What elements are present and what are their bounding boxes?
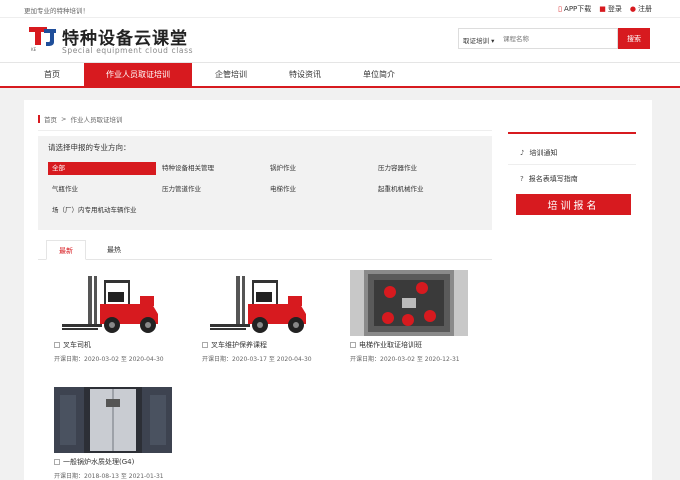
- breadcrumb-separator: >: [61, 115, 67, 123]
- breadcrumb-home[interactable]: 首页: [44, 114, 57, 124]
- filter-option-vehicle[interactable]: 场（厂）内专用机动车辆作业: [52, 204, 137, 217]
- breadcrumb: 首页 > 作业人员取证培训: [38, 114, 122, 124]
- sidebar-item-form-guide[interactable]: ? 报名表填写指南: [520, 174, 578, 184]
- date-label: 开课日期：: [350, 356, 381, 363]
- date-start: 2018-08-13: [84, 473, 119, 480]
- course-title-text: 电梯作业取证培训班: [359, 341, 422, 349]
- course-checkbox[interactable]: [202, 342, 208, 348]
- nav-tab-management-training[interactable]: 企管培训: [200, 63, 262, 87]
- content-panel: 首页 > 作业人员取证培训 请选择申报的专业方向： 全部 特种设备相关管理 锅炉…: [24, 100, 652, 480]
- logo-mark-small-text: KE: [31, 47, 37, 52]
- bell-icon: ♪: [520, 149, 525, 157]
- date-to: 至: [120, 473, 127, 480]
- course-title-text: 叉车维护保养课程: [211, 341, 267, 349]
- date-label: 开课日期：: [54, 356, 85, 363]
- nav-tab-about[interactable]: 单位简介: [348, 63, 410, 87]
- course-title-text: 叉车司机: [63, 341, 91, 349]
- date-end: 2020-04-30: [128, 356, 164, 363]
- nav-tab-certification-training[interactable]: 作业人员取证培训: [84, 63, 192, 87]
- filter-title: 请选择申报的专业方向：: [48, 143, 131, 152]
- date-label: 开课日期：: [202, 356, 233, 363]
- app-download-label: APP下载: [564, 5, 592, 13]
- filter-option-pressure-vessel[interactable]: 压力容器作业: [378, 162, 417, 175]
- search-category-label: 取证培训: [463, 37, 489, 45]
- sort-tabs: 最新 最热: [38, 240, 492, 260]
- course-checkbox[interactable]: [350, 342, 356, 348]
- logo-subtitle: Special equipment cloud class: [62, 46, 194, 55]
- logo-mark-icon[interactable]: KE: [28, 26, 58, 52]
- search-button[interactable]: 搜索: [618, 28, 650, 49]
- date-to: 至: [268, 356, 275, 363]
- forklift-image[interactable]: [54, 270, 172, 336]
- course-date: 开课日期：2020-03-17 至 2020-04-30: [202, 354, 312, 363]
- breadcrumb-marker: [38, 115, 40, 123]
- date-to: 至: [120, 356, 127, 363]
- filter-option-crane[interactable]: 起重机机械作业: [378, 183, 424, 196]
- filter-option-boiler[interactable]: 锅炉作业: [270, 162, 296, 175]
- breadcrumb-divider: [38, 130, 492, 131]
- phone-icon: ▯: [558, 5, 563, 13]
- course-date: 开课日期：2018-08-13 至 2021-01-31: [54, 471, 164, 480]
- breadcrumb-current: 作业人员取证培训: [70, 116, 123, 124]
- tab-latest[interactable]: 最新: [46, 240, 86, 260]
- sidebar-item-label: 培训通知: [529, 149, 558, 157]
- nav-tab-home[interactable]: 首页: [24, 63, 80, 87]
- filter-option-all[interactable]: 全部: [48, 162, 156, 175]
- course-title-text: 一般锅炉水质处理(G4): [63, 458, 135, 466]
- help-icon: ?: [520, 175, 524, 183]
- date-start: 2020-03-17: [232, 356, 267, 363]
- forklift-image[interactable]: [202, 270, 320, 336]
- date-label: 开课日期：: [54, 473, 85, 480]
- specialty-filter: 请选择申报的专业方向： 全部 特种设备相关管理 锅炉作业 压力容器作业 气瓶作业…: [38, 136, 492, 230]
- course-title[interactable]: 一般锅炉水质处理(G4): [54, 457, 134, 467]
- app-download-link[interactable]: ▯ APP下载: [558, 4, 591, 14]
- sidebar-item-label: 报名表填写指南: [528, 175, 578, 183]
- date-end: 2020-04-30: [276, 356, 312, 363]
- user-icon: ●: [629, 5, 636, 13]
- apply-training-button[interactable]: 培训报名: [516, 194, 631, 215]
- sidebar-item-training-notice[interactable]: ♪ 培训通知: [520, 148, 557, 158]
- course-checkbox[interactable]: [54, 342, 60, 348]
- lock-icon: ■: [599, 5, 606, 13]
- date-end: 2020-12-31: [424, 356, 460, 363]
- top-links: ▯ APP下载 ■ 登录 ● 注册: [558, 4, 652, 14]
- elevator-shaft-image[interactable]: [350, 270, 468, 336]
- register-link[interactable]: ● 注册: [630, 4, 652, 14]
- search-category-select[interactable]: 取证培训 ▾: [463, 35, 494, 45]
- site-tagline: 更加专业的特种培训！: [24, 7, 89, 15]
- chevron-down-icon: ▾: [491, 37, 495, 45]
- elevator-door-image[interactable]: [54, 387, 172, 453]
- login-label: 登录: [607, 5, 622, 13]
- site-header: KE 特种设备云课堂 Special equipment cloud class…: [0, 18, 680, 62]
- register-label: 注册: [638, 5, 652, 13]
- sidebar-top-border: [508, 132, 636, 134]
- nav-tab-news[interactable]: 特设资讯: [274, 63, 336, 87]
- course-checkbox[interactable]: [54, 459, 60, 465]
- search-input[interactable]: [503, 31, 613, 47]
- date-end: 2021-01-31: [128, 473, 164, 480]
- course-date: 开课日期：2020-03-02 至 2020-04-30: [54, 354, 164, 363]
- search-box: 取证培训 ▾: [458, 28, 618, 49]
- date-to: 至: [416, 356, 423, 363]
- date-start: 2020-03-02: [84, 356, 119, 363]
- login-link[interactable]: ■ 登录: [599, 4, 622, 14]
- top-bar: 更加专业的特种培训！ ▯ APP下载 ■ 登录 ● 注册: [0, 0, 680, 18]
- filter-option-gas-cylinder[interactable]: 气瓶作业: [52, 183, 78, 196]
- sidebar-divider: [508, 164, 636, 165]
- course-date: 开课日期：2020-03-02 至 2020-12-31: [350, 354, 460, 363]
- tab-popular[interactable]: 最热: [94, 240, 134, 260]
- filter-option-management[interactable]: 特种设备相关管理: [162, 162, 214, 175]
- filter-option-pressure-pipe[interactable]: 压力管道作业: [162, 183, 201, 196]
- filter-option-elevator[interactable]: 电梯作业: [270, 183, 296, 196]
- course-title[interactable]: 叉车司机: [54, 340, 91, 350]
- course-title[interactable]: 电梯作业取证培训班: [350, 340, 422, 350]
- main-nav: 首页 作业人员取证培训 企管培训 特设资讯 单位简介: [0, 62, 680, 88]
- date-start: 2020-03-02: [380, 356, 415, 363]
- course-title[interactable]: 叉车维护保养课程: [202, 340, 267, 350]
